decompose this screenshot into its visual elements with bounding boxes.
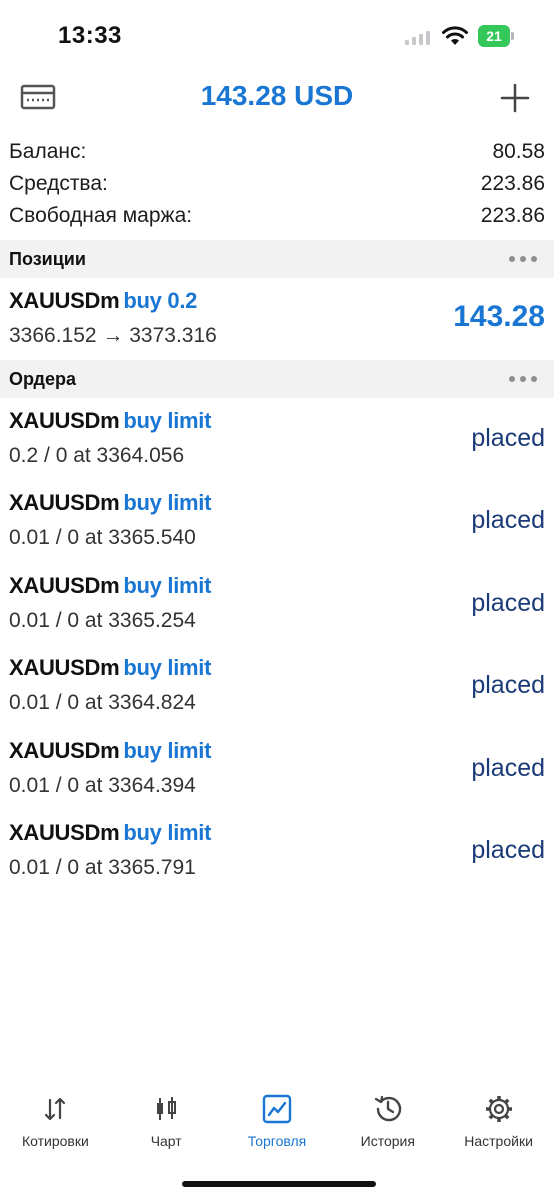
order-status: placed — [471, 836, 545, 864]
order-symbol: XAUUSDm — [9, 490, 120, 515]
position-profit: 143.28 — [453, 300, 545, 333]
order-detail: 0.01 / 0 at 3364.824 — [9, 691, 196, 714]
order-detail: 0.2 / 0 at 3364.056 — [9, 444, 185, 467]
free-margin-value: 223.86 — [480, 204, 545, 227]
tab-history[interactable]: История — [332, 1085, 443, 1165]
order-type: buy limit — [123, 738, 212, 763]
orders-more-icon[interactable] — [509, 376, 537, 382]
order-status: placed — [471, 506, 545, 534]
page-title: 143.28 USD — [200, 80, 354, 111]
history-clock-icon — [374, 1095, 401, 1122]
free-margin-row: Свободная маржа: 223.86 — [0, 200, 554, 232]
order-symbol: XAUUSDm — [9, 573, 120, 598]
order-symbol: XAUUSDm — [9, 655, 120, 680]
order-detail: 0.01 / 0 at 3365.254 — [9, 609, 196, 632]
order-type: buy limit — [123, 490, 212, 515]
position-row[interactable]: XAUUSDm buy 0.2 3366.152 → 3373.316 143.2… — [0, 280, 554, 362]
order-row[interactable]: XAUUSDm buy limit 0.01 / 0 at 3365.254 pl… — [0, 565, 554, 647]
order-row[interactable]: XAUUSDm buy limit 0.2 / 0 at 3364.056 pla… — [0, 400, 554, 482]
position-type: buy 0.2 — [123, 288, 198, 313]
tab-bar: Котировки Чарт Торговля История Настройк… — [0, 1085, 554, 1165]
candlestick-chart-icon — [157, 1097, 177, 1120]
order-detail: 0.01 / 0 at 3364.394 — [9, 774, 196, 797]
settings-gear-icon — [485, 1096, 512, 1122]
wifi-icon — [442, 26, 468, 45]
order-status: placed — [471, 424, 545, 452]
balance-value: 80.58 — [492, 140, 545, 163]
order-status: placed — [471, 671, 545, 699]
positions-section-header: Позиции — [0, 240, 554, 278]
position-prices: 3366.152 → 3373.316 — [9, 324, 217, 347]
battery-icon: 21 — [478, 25, 514, 47]
order-status: placed — [471, 589, 545, 617]
tab-trade[interactable]: Торговля — [222, 1085, 333, 1165]
balance-label: Баланс: — [9, 140, 87, 163]
order-type: buy limit — [123, 655, 212, 680]
plus-icon[interactable] — [497, 80, 533, 116]
order-type: buy limit — [123, 820, 212, 845]
free-margin-label: Свободная маржа: — [9, 204, 193, 227]
order-row[interactable]: XAUUSDm buy limit 0.01 / 0 at 3364.394 pl… — [0, 730, 554, 812]
tab-label: История — [360, 1133, 415, 1149]
order-row[interactable]: XAUUSDm buy limit 0.01 / 0 at 3365.540 pl… — [0, 482, 554, 564]
tab-label: Чарт — [150, 1133, 182, 1149]
position-symbol: XAUUSDm — [9, 288, 120, 313]
tab-chart[interactable]: Чарт — [111, 1085, 222, 1165]
order-symbol: XAUUSDm — [9, 820, 120, 845]
order-detail: 0.01 / 0 at 3365.540 — [9, 526, 196, 549]
cellular-signal-icon — [405, 31, 430, 45]
positions-title: Позиции — [9, 248, 86, 269]
order-detail: 0.01 / 0 at 3365.791 — [9, 856, 196, 879]
tab-label: Настройки — [464, 1133, 533, 1149]
order-type: buy limit — [123, 408, 212, 433]
orders-section-header: Ордера — [0, 360, 554, 398]
tab-label: Котировки — [21, 1133, 89, 1149]
home-indicator — [182, 1181, 376, 1187]
equity-label: Средства: — [9, 172, 108, 195]
balance-row: Баланс: 80.58 — [0, 136, 554, 168]
order-status: placed — [471, 754, 545, 782]
equity-row: Средства: 223.86 — [0, 168, 554, 200]
tab-settings[interactable]: Настройки — [443, 1085, 554, 1165]
order-row[interactable]: XAUUSDm buy limit 0.01 / 0 at 3365.791 pl… — [0, 812, 554, 894]
order-symbol: XAUUSDm — [9, 738, 120, 763]
trade-chart-icon — [262, 1094, 292, 1124]
order-symbol: XAUUSDm — [9, 408, 120, 433]
tab-label: Торговля — [247, 1133, 307, 1149]
account-summary: Баланс: 80.58 Средства: 223.86 Свободная… — [0, 136, 554, 232]
battery-level: 21 — [478, 25, 510, 47]
positions-more-icon[interactable] — [509, 256, 537, 262]
status-time: 13:33 — [58, 22, 122, 49]
order-row[interactable]: XAUUSDm buy limit 0.01 / 0 at 3364.824 pl… — [0, 647, 554, 729]
quotes-arrows-icon — [45, 1097, 66, 1121]
order-type: buy limit — [123, 573, 212, 598]
equity-value: 223.86 — [480, 172, 545, 195]
header: 143.28 USD — [0, 70, 554, 130]
status-bar: 13:33 21 — [0, 0, 554, 70]
orders-title: Ордера — [9, 368, 76, 389]
tab-quotes[interactable]: Котировки — [0, 1085, 111, 1165]
